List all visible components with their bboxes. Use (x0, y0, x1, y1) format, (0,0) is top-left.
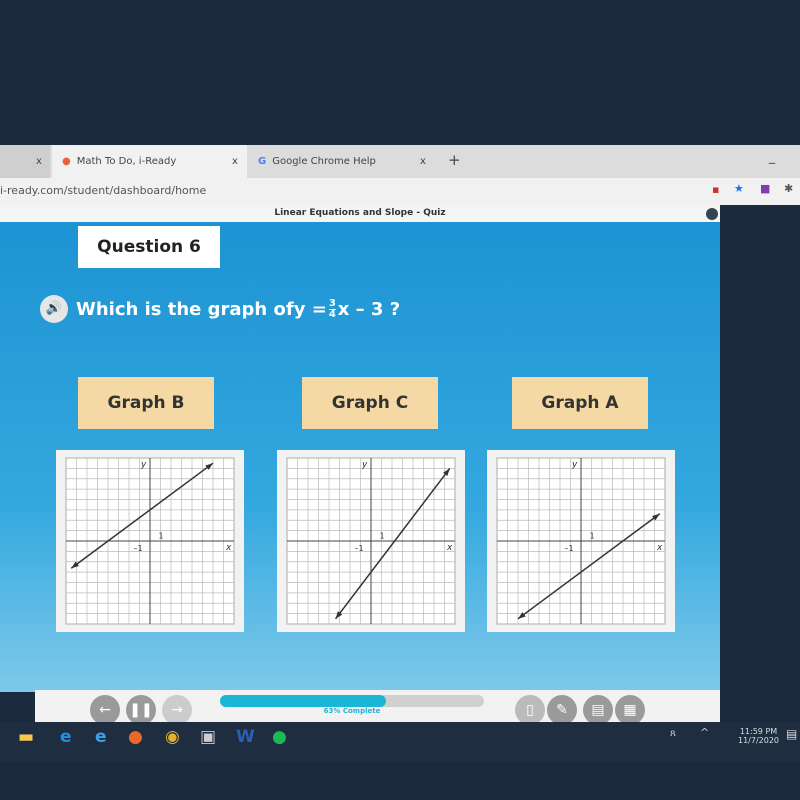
x-axis-label: x (225, 543, 232, 553)
chrome-icon[interactable]: ◉ (165, 727, 180, 747)
graph-c-button[interactable]: Graph C (302, 377, 438, 429)
fraction: 34 (328, 297, 336, 320)
onenote-icon[interactable]: ■ (760, 182, 770, 195)
tick-label: –1 (355, 544, 364, 553)
date: 11/7/2020 (738, 736, 780, 745)
graph-a-button[interactable]: Graph A (512, 377, 648, 429)
extensions-puzzle-icon[interactable]: ✱ (784, 182, 793, 195)
y-axis-label: y (361, 460, 368, 470)
notepad-icon[interactable]: ▤ (583, 695, 613, 725)
word-icon[interactable]: W (236, 727, 255, 747)
tab-previous[interactable]: x (0, 145, 50, 178)
taskbar (0, 722, 800, 762)
people-icon[interactable]: ጸ (670, 728, 676, 739)
calculator-icon[interactable]: ▦ (615, 695, 645, 725)
notifications-icon[interactable]: ▤ (786, 727, 797, 741)
tick-label: 1 (590, 532, 595, 541)
store-icon[interactable]: ▣ (200, 727, 216, 747)
question-label: Question 6 (78, 226, 220, 268)
speaker-icon[interactable]: 🔊 (40, 295, 68, 323)
tab-close-button[interactable]: x (420, 156, 426, 167)
bookmark-star-icon[interactable]: ★ (734, 182, 744, 195)
y-axis-label: y (140, 460, 147, 470)
graph-b-button[interactable]: Graph B (78, 377, 214, 429)
progress-fill (220, 695, 387, 707)
tab-close-button[interactable]: x (232, 156, 238, 167)
tab-label: Google Chrome Help (272, 156, 376, 167)
progress-bar (220, 695, 484, 707)
tab-label: Math To Do, i-Ready (76, 156, 177, 167)
extension-icon[interactable]: ▪ (712, 183, 719, 196)
new-tab-button[interactable]: + (448, 151, 461, 169)
url-text[interactable]: i-ready.com/student/dashboard/home (0, 184, 206, 197)
time: 11:59 PM (739, 727, 778, 736)
file-explorer-icon[interactable]: ▬ (18, 727, 34, 747)
question-prompt: 🔊 Which is the graph of y = 34 x – 3 ? (40, 295, 400, 323)
denominator: 4 (328, 308, 336, 320)
firefox-icon[interactable]: ● (128, 727, 143, 747)
ie-icon[interactable]: e (95, 727, 107, 747)
tab-close-button[interactable]: x (36, 156, 42, 167)
pencil-icon[interactable]: ✎ (547, 695, 577, 725)
tick-label: –1 (565, 544, 574, 553)
forward-button[interactable]: → (162, 695, 192, 725)
iready-icon: ● (62, 156, 71, 167)
graph-b[interactable]: x y 1 –1 (56, 450, 244, 632)
numerator: 3 (328, 297, 336, 310)
tick-label: 1 (380, 532, 385, 541)
pause-button[interactable]: ❚❚ (126, 695, 156, 725)
spotify-icon[interactable]: ● (272, 727, 287, 747)
equation-rest: x – 3 ? (337, 298, 401, 320)
minimize-button[interactable]: – (768, 153, 776, 172)
graph-c[interactable]: x y 1 –1 (277, 450, 465, 632)
tab-iready[interactable]: ● Math To Do, i-Ready x (52, 145, 247, 178)
tray-chevron-icon[interactable]: ^ (700, 726, 709, 739)
clock[interactable]: 11:59 PM 11/7/2020 (738, 727, 779, 745)
glossary-icon[interactable]: ▯ (515, 695, 545, 725)
x-axis-label: x (446, 543, 453, 553)
equation-y: y = (293, 298, 327, 320)
tick-label: –1 (134, 544, 143, 553)
x-axis-label: x (656, 543, 663, 553)
address-bar[interactable]: i-ready.com/student/dashboard/home ▪ ★ ■… (0, 178, 800, 205)
back-button[interactable]: ← (90, 695, 120, 725)
progress-label: 63% Complete (323, 707, 381, 715)
edge-icon[interactable]: e (60, 727, 72, 747)
y-axis-label: y (571, 460, 578, 470)
tab-chrome-help[interactable]: G Google Chrome Help x (250, 145, 440, 178)
google-icon: G (258, 156, 267, 167)
tick-label: 1 (159, 532, 164, 541)
close-quiz-icon[interactable] (706, 208, 718, 220)
prompt-text: Which is the graph of (76, 298, 294, 320)
quiz-title: Linear Equations and Slope - Quiz (0, 205, 720, 222)
tab-strip: x ● Math To Do, i-Ready x G Google Chrome H… (0, 145, 800, 178)
graph-a[interactable]: x y 1 –1 (487, 450, 675, 632)
